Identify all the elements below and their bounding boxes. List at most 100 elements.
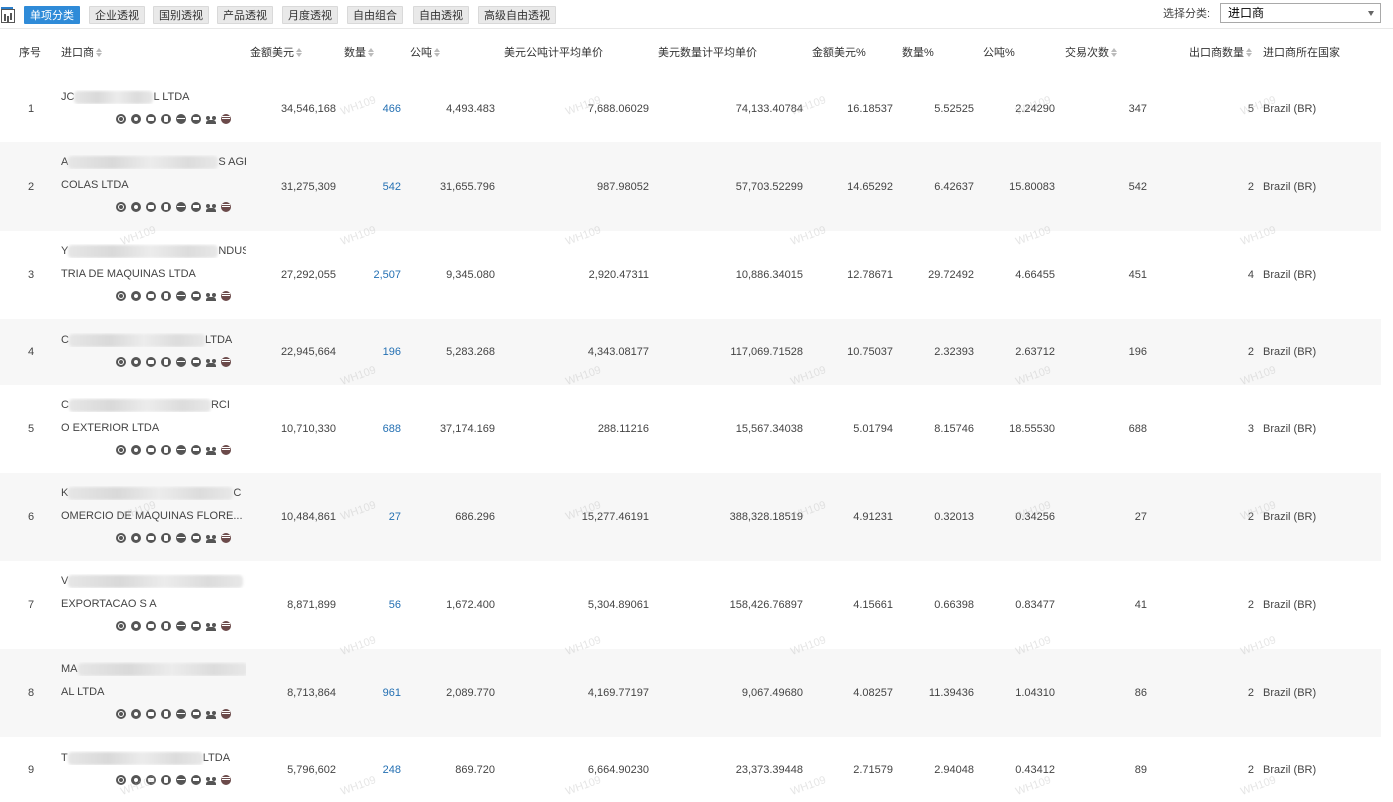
world-icon[interactable]: [221, 533, 231, 543]
users-icon[interactable]: [206, 533, 216, 543]
world-icon[interactable]: [221, 291, 231, 301]
importer-name-line2[interactable]: EXPORTACAO S A: [61, 597, 246, 611]
target-icon[interactable]: [116, 709, 126, 719]
settings-icon[interactable]: [131, 357, 141, 367]
users-icon[interactable]: [206, 775, 216, 785]
cell-quantity[interactable]: 542: [350, 180, 401, 194]
table-row[interactable]: 6 K C OMERCIO DE MAQUINAS FLORE... 10,484,86…: [0, 473, 1381, 561]
sort-icon[interactable]: [434, 48, 441, 58]
importer-name-line2[interactable]: OMERCIO DE MAQUINAS FLORE...: [61, 509, 246, 523]
settings-icon[interactable]: [131, 775, 141, 785]
bi-icon[interactable]: [146, 709, 156, 719]
header-transactions[interactable]: 交易次数: [1065, 46, 1118, 60]
globe-icon[interactable]: [176, 775, 186, 785]
users-icon[interactable]: [206, 202, 216, 212]
lock-icon[interactable]: [161, 202, 171, 212]
target-icon[interactable]: [116, 533, 126, 543]
header-exporter-count[interactable]: 出口商数量: [1189, 46, 1253, 60]
sort-icon[interactable]: [296, 48, 303, 58]
header-importer[interactable]: 进口商: [61, 46, 103, 60]
sort-icon[interactable]: [1111, 48, 1118, 58]
importer-name-line2[interactable]: COLAS LTDA: [61, 178, 246, 192]
globe-icon[interactable]: [176, 445, 186, 455]
importer-name-line1[interactable]: C RCI: [61, 398, 246, 412]
settings-icon[interactable]: [131, 291, 141, 301]
ai-icon[interactable]: [191, 621, 201, 631]
importer-name-line1[interactable]: Y NDUS: [61, 244, 246, 258]
globe-icon[interactable]: [176, 533, 186, 543]
bi-icon[interactable]: [146, 533, 156, 543]
importer-name-line1[interactable]: T LTDA: [61, 751, 246, 765]
users-icon[interactable]: [206, 445, 216, 455]
cell-quantity[interactable]: 961: [350, 686, 401, 700]
table-row[interactable]: 4 C LTDA 22,945,664 196 5,283.268 4,343.08177 1…: [0, 319, 1381, 385]
table-row[interactable]: 7 V EXPORTACAO S A 8,871,899 56 1,672.400 5,30…: [0, 561, 1381, 649]
importer-name-line1[interactable]: KC: [61, 486, 246, 500]
tab-free-combination[interactable]: 自由组合: [347, 6, 403, 24]
table-row[interactable]: 2 A S AGRI COLAS LTDA 31,275,309 542 31,655.79…: [0, 142, 1381, 231]
ai-icon[interactable]: [191, 775, 201, 785]
lock-icon[interactable]: [161, 114, 171, 124]
world-icon[interactable]: [221, 202, 231, 212]
target-icon[interactable]: [116, 621, 126, 631]
target-icon[interactable]: [116, 202, 126, 212]
cell-quantity[interactable]: 466: [350, 102, 401, 116]
users-icon[interactable]: [206, 357, 216, 367]
importer-name-line2[interactable]: TRIA DE MAQUINAS LTDA: [61, 267, 246, 281]
chart-icon[interactable]: [1, 7, 15, 23]
ai-icon[interactable]: [191, 445, 201, 455]
globe-icon[interactable]: [176, 291, 186, 301]
tab-product-pivot[interactable]: 产品透视: [217, 6, 273, 24]
tab-company-pivot[interactable]: 企业透视: [89, 6, 145, 24]
importer-name-line1[interactable]: C LTDA: [61, 333, 246, 347]
bi-icon[interactable]: [146, 114, 156, 124]
world-icon[interactable]: [221, 114, 231, 124]
importer-name-line1[interactable]: V: [61, 574, 246, 588]
target-icon[interactable]: [116, 445, 126, 455]
cell-quantity[interactable]: 56: [350, 598, 401, 612]
lock-icon[interactable]: [161, 775, 171, 785]
importer-name-line2[interactable]: AL LTDA: [61, 685, 246, 699]
settings-icon[interactable]: [131, 533, 141, 543]
world-icon[interactable]: [221, 357, 231, 367]
importer-name-line2[interactable]: O EXTERIOR LTDA: [61, 421, 246, 435]
users-icon[interactable]: [206, 621, 216, 631]
lock-icon[interactable]: [161, 709, 171, 719]
cell-quantity[interactable]: 196: [350, 345, 401, 359]
lock-icon[interactable]: [161, 357, 171, 367]
target-icon[interactable]: [116, 291, 126, 301]
world-icon[interactable]: [221, 775, 231, 785]
header-amount-usd[interactable]: 金额美元: [250, 46, 303, 60]
globe-icon[interactable]: [176, 709, 186, 719]
table-row[interactable]: 1 JC L LTDA 34,546,168 466 4,493.483 7,688.060…: [0, 76, 1381, 142]
lock-icon[interactable]: [161, 291, 171, 301]
target-icon[interactable]: [116, 357, 126, 367]
table-row[interactable]: 8 MAI AL LTDA 8,713,864 961 2,089.770 4,169.77…: [0, 649, 1381, 737]
settings-icon[interactable]: [131, 202, 141, 212]
importer-name-line1[interactable]: MAI: [61, 662, 246, 676]
cell-quantity[interactable]: 27: [350, 510, 401, 524]
header-tonnage[interactable]: 公吨: [410, 46, 441, 60]
world-icon[interactable]: [221, 621, 231, 631]
settings-icon[interactable]: [131, 114, 141, 124]
globe-icon[interactable]: [176, 621, 186, 631]
target-icon[interactable]: [116, 114, 126, 124]
globe-icon[interactable]: [176, 114, 186, 124]
bi-icon[interactable]: [146, 775, 156, 785]
importer-name-line1[interactable]: A S AGRI: [61, 155, 246, 169]
cell-quantity[interactable]: 248: [350, 763, 401, 777]
settings-icon[interactable]: [131, 621, 141, 631]
cell-quantity[interactable]: 2,507: [350, 268, 401, 282]
table-row[interactable]: 3 Y NDUS TRIA DE MAQUINAS LTDA 27,292,055 2,5…: [0, 231, 1381, 319]
sort-icon[interactable]: [1246, 48, 1253, 58]
globe-icon[interactable]: [176, 357, 186, 367]
bi-icon[interactable]: [146, 621, 156, 631]
ai-icon[interactable]: [191, 291, 201, 301]
table-row[interactable]: 5 C RCI O EXTERIOR LTDA 10,710,330 688 37,174.…: [0, 385, 1381, 473]
ai-icon[interactable]: [191, 533, 201, 543]
bi-icon[interactable]: [146, 445, 156, 455]
sort-icon[interactable]: [368, 48, 375, 58]
ai-icon[interactable]: [191, 357, 201, 367]
globe-icon[interactable]: [176, 202, 186, 212]
tab-advanced-free-pivot[interactable]: 高级自由透视: [478, 6, 556, 24]
